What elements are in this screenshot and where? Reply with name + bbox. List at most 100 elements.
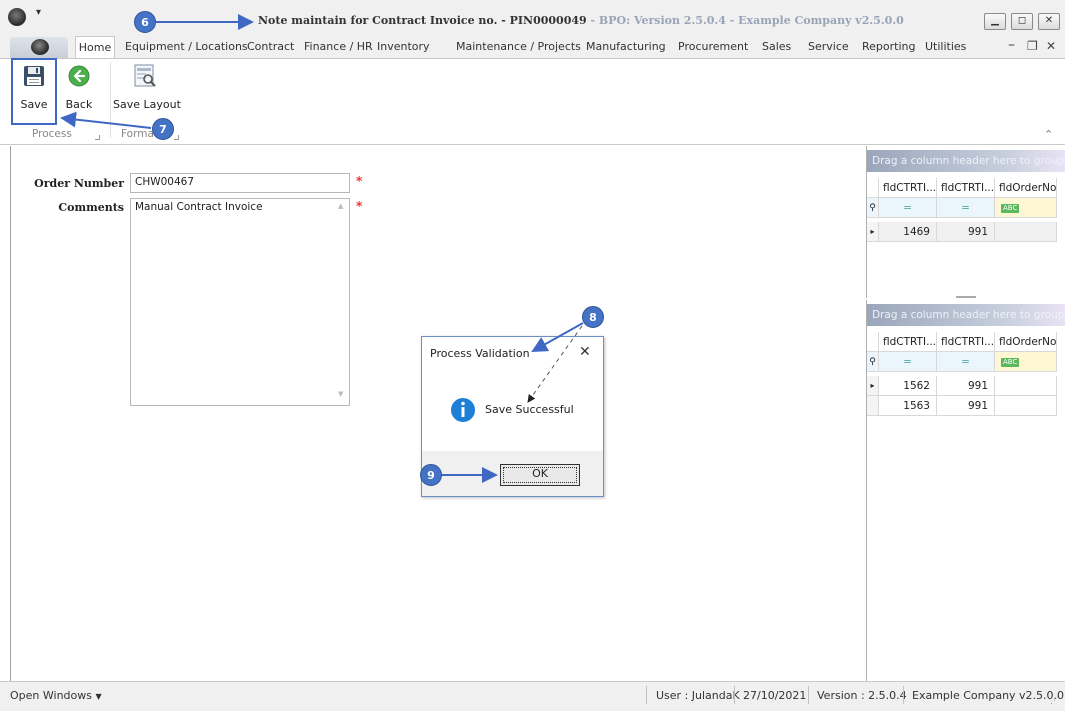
bottom-grid-col-1[interactable]: fldCTRTI... [879,332,937,352]
annotation-marker-6: 6 [134,11,156,33]
status-separator [734,686,735,704]
table-cell[interactable]: 991 [937,376,995,396]
comments-required-mark: * [356,199,363,213]
bottom-grid-filter-icon: ⚲ [867,352,879,372]
order-number-label: Order Number [34,177,124,190]
tab-equipment-locations[interactable]: Equipment / Locations [125,36,248,58]
top-grid-row-indicator-icon: ▸ [867,222,879,242]
application-menu-icon [31,39,49,55]
minimize-icon: ▁ [991,15,999,26]
abc-filter-icon: ABC [1001,203,1020,213]
format-group-launcher-icon[interactable] [174,135,179,140]
grid-splitter-handle[interactable] [956,296,976,298]
bottom-grid-filter-1[interactable]: = [879,352,937,372]
resize-grip-icon[interactable]: ⋰ [1050,696,1059,706]
save-layout-button[interactable]: Save Layout [113,60,181,124]
tab-contract[interactable]: Contract [247,36,294,58]
dialog-title: Process Validation [430,347,530,360]
table-cell[interactable]: 991 [937,396,995,416]
top-grid-col-2[interactable]: fldCTRTI... [937,178,995,198]
top-grid-filter-2[interactable]: = [937,198,995,218]
tab-sales[interactable]: Sales [762,36,791,58]
order-number-required-mark: * [356,174,363,188]
comments-textarea[interactable]: Manual Contract Invoice [130,198,350,406]
back-button[interactable]: Back [58,60,100,124]
process-group-launcher-icon[interactable] [95,135,100,140]
tab-inventory[interactable]: Inventory [377,36,430,58]
save-layout-icon [134,64,156,87]
dialog-close-icon[interactable]: ✕ [579,344,591,360]
save-layout-button-label: Save Layout [113,98,181,111]
mdi-close-icon[interactable]: ✕ [1046,39,1056,53]
open-windows-button[interactable]: Open Windows ▼ [10,689,102,702]
tab-reporting[interactable]: Reporting [862,36,915,58]
bottom-grid-row-indicator-header [867,332,879,352]
comments-label: Comments [58,201,124,214]
scroll-up-icon[interactable]: ▲ [338,202,343,210]
mdi-restore-icon[interactable]: ❐ [1027,39,1038,53]
bottom-grid-group-panel[interactable]: Drag a column header here to group by th… [867,304,1065,326]
bottom-grid-row-indicator-icon: ▸ [867,376,879,396]
status-separator [903,686,904,704]
tab-procurement[interactable]: Procurement [678,36,748,58]
table-cell[interactable]: 1562 [879,376,937,396]
restore-icon: ◻ [1017,15,1027,26]
table-cell[interactable] [995,376,1057,396]
collapse-ribbon-icon[interactable]: ⌃ [1044,128,1053,141]
save-button-label: Save [20,98,48,111]
status-version: Version : 2.5.0.4 [817,689,907,702]
annotation-marker-9: 9 [420,464,442,486]
scroll-down-icon[interactable]: ▼ [338,390,343,398]
bottom-grid-filter-2[interactable]: = [937,352,995,372]
table-cell[interactable]: 991 [937,222,995,242]
top-grid-filter-3[interactable]: ABC [995,198,1057,218]
status-date: 27/10/2021 [743,689,807,702]
tab-utilities[interactable]: Utilities [925,36,966,58]
abc-filter-icon: ABC [1001,357,1020,367]
bottom-grid-col-3[interactable]: fldOrderNo [995,332,1057,352]
table-cell[interactable] [995,396,1057,416]
ribbon-group-separator [110,62,111,138]
comments-text: Manual Contract Invoice [135,201,263,213]
floppy-disk-icon [24,66,44,86]
top-grid-col-1[interactable]: fldCTRTI... [879,178,937,198]
annotation-marker-7: 7 [152,118,174,140]
process-group-label: Process [32,128,72,140]
back-arrow-icon [68,65,90,87]
top-grid-filter-1[interactable]: = [879,198,937,218]
table-cell[interactable]: 1563 [879,396,937,416]
app-logo-icon[interactable] [8,8,26,26]
status-user: User : JulandaK [656,689,740,702]
minimize-button[interactable]: ▁ [984,13,1006,30]
annotation-marker-8: 8 [582,306,604,328]
bottom-grid-col-2[interactable]: fldCTRTI... [937,332,995,352]
top-grid-col-3[interactable]: fldOrderNo [995,178,1057,198]
ok-button[interactable]: OK [500,464,580,486]
open-windows-label: Open Windows [10,689,92,702]
top-grid-filter-icon: ⚲ [867,198,879,218]
tab-manufacturing[interactable]: Manufacturing [586,36,666,58]
status-separator [646,686,647,704]
dialog-message: Save Successful [485,403,574,416]
close-window-button[interactable]: ✕ [1038,13,1060,30]
status-separator [808,686,809,704]
dropdown-arrow-icon: ▼ [95,692,102,701]
save-button[interactable]: Save [12,60,56,124]
tab-maintenance-projects[interactable]: Maintenance / Projects [456,36,581,58]
tab-service[interactable]: Service [808,36,849,58]
back-button-label: Back [65,98,93,111]
table-cell[interactable]: 1469 [879,222,937,242]
restore-button[interactable]: ◻ [1011,13,1033,30]
tab-home[interactable]: Home [75,36,115,59]
tab-finance-hr[interactable]: Finance / HR [304,36,373,58]
window-title-suffix: - BPO: Version 2.5.0.4 - Example Company… [586,14,904,27]
mdi-minimize-icon[interactable]: – [1008,37,1015,53]
table-cell[interactable] [995,222,1057,242]
top-grid-group-panel[interactable]: Drag a column header here to group by th… [867,150,1065,172]
quick-access-dropdown-icon[interactable]: ▾ [36,7,41,18]
window-title: Note maintain for Contract Invoice no. -… [258,14,904,27]
order-number-field[interactable]: CHW00467 [130,173,350,193]
bottom-grid-filter-3[interactable]: ABC [995,352,1057,372]
status-company: Example Company v2.5.0.0 [912,689,1065,702]
close-icon: ✕ [1044,15,1054,26]
